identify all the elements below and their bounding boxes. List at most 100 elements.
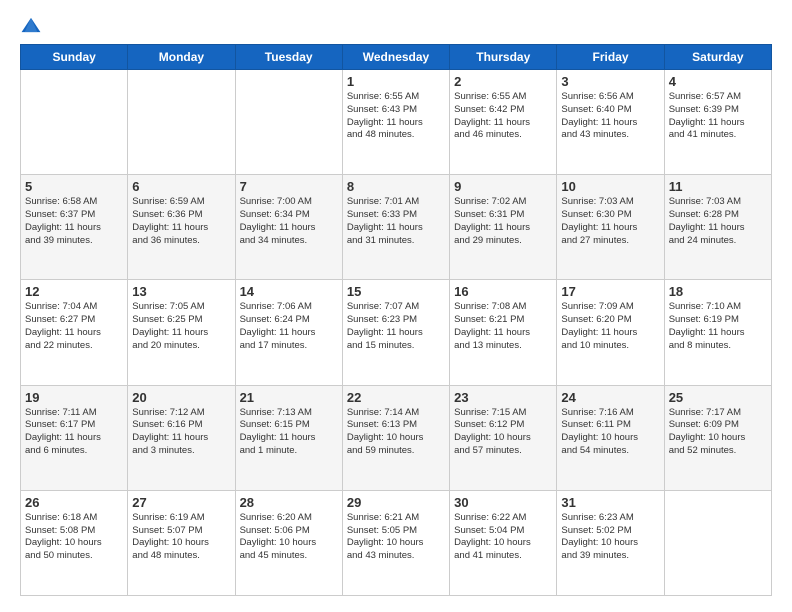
calendar-cell: 22 Sunrise: 7:14 AM Sunset: 6:13 PM Dayli… [342, 385, 449, 490]
day-number: 16 [454, 284, 552, 299]
calendar-cell: 21 Sunrise: 7:13 AM Sunset: 6:15 PM Dayli… [235, 385, 342, 490]
calendar-cell: 19 Sunrise: 7:11 AM Sunset: 6:17 PM Dayli… [21, 385, 128, 490]
day-info: Sunrise: 6:55 AM Sunset: 6:43 PM Dayligh… [347, 91, 445, 142]
day-info: Sunrise: 7:03 AM Sunset: 6:30 PM Dayligh… [561, 196, 659, 247]
day-header-sunday: Sunday [21, 45, 128, 70]
day-info: Sunrise: 7:17 AM Sunset: 6:09 PM Dayligh… [669, 407, 767, 458]
day-info: Sunrise: 6:21 AM Sunset: 5:05 PM Dayligh… [347, 512, 445, 563]
calendar-cell: 7Sunrise: 7:00 AM Sunset: 6:34 PM Daylig… [235, 175, 342, 280]
calendar-cell: 1 Sunrise: 6:55 AM Sunset: 6:43 PM Daylig… [342, 70, 449, 175]
day-number: 8 [347, 179, 445, 194]
calendar-cell [21, 70, 128, 175]
calendar-table: SundayMondayTuesdayWednesdayThursdayFrid… [20, 44, 772, 596]
day-info: Sunrise: 7:05 AM Sunset: 6:25 PM Dayligh… [132, 301, 230, 352]
day-header-tuesday: Tuesday [235, 45, 342, 70]
day-info: Sunrise: 7:10 AM Sunset: 6:19 PM Dayligh… [669, 301, 767, 352]
day-number: 18 [669, 284, 767, 299]
day-info: Sunrise: 7:11 AM Sunset: 6:17 PM Dayligh… [25, 407, 123, 458]
calendar-cell: 15 Sunrise: 7:07 AM Sunset: 6:23 PM Dayli… [342, 280, 449, 385]
calendar-week-1: 1 Sunrise: 6:55 AM Sunset: 6:43 PM Daylig… [21, 70, 772, 175]
calendar-cell: 16 Sunrise: 7:08 AM Sunset: 6:21 PM Dayli… [450, 280, 557, 385]
day-number: 14 [240, 284, 338, 299]
calendar-cell: 3 Sunrise: 6:56 AM Sunset: 6:40 PM Daylig… [557, 70, 664, 175]
day-number: 2 [454, 74, 552, 89]
calendar-cell: 29 Sunrise: 6:21 AM Sunset: 5:05 PM Dayli… [342, 490, 449, 595]
day-info: Sunrise: 7:08 AM Sunset: 6:21 PM Dayligh… [454, 301, 552, 352]
day-number: 31 [561, 495, 659, 510]
day-header-thursday: Thursday [450, 45, 557, 70]
day-info: Sunrise: 6:58 AM Sunset: 6:37 PM Dayligh… [25, 196, 123, 247]
calendar-cell: 18 Sunrise: 7:10 AM Sunset: 6:19 PM Dayli… [664, 280, 771, 385]
day-number: 28 [240, 495, 338, 510]
calendar-cell: 2 Sunrise: 6:55 AM Sunset: 6:42 PM Daylig… [450, 70, 557, 175]
day-number: 7 [240, 179, 338, 194]
day-number: 9 [454, 179, 552, 194]
day-number: 3 [561, 74, 659, 89]
calendar-cell: 6Sunrise: 6:59 AM Sunset: 6:36 PM Daylig… [128, 175, 235, 280]
day-number: 29 [347, 495, 445, 510]
day-number: 1 [347, 74, 445, 89]
header [20, 16, 772, 34]
day-number: 23 [454, 390, 552, 405]
calendar-cell: 14 Sunrise: 7:06 AM Sunset: 6:24 PM Dayli… [235, 280, 342, 385]
calendar-cell: 27Sunrise: 6:19 AM Sunset: 5:07 PM Dayli… [128, 490, 235, 595]
calendar-cell: 5 Sunrise: 6:58 AM Sunset: 6:37 PM Daylig… [21, 175, 128, 280]
day-number: 25 [669, 390, 767, 405]
calendar-cell: 25 Sunrise: 7:17 AM Sunset: 6:09 PM Dayli… [664, 385, 771, 490]
calendar-cell: 26Sunrise: 6:18 AM Sunset: 5:08 PM Dayli… [21, 490, 128, 595]
day-info: Sunrise: 7:04 AM Sunset: 6:27 PM Dayligh… [25, 301, 123, 352]
day-number: 4 [669, 74, 767, 89]
calendar-week-4: 19 Sunrise: 7:11 AM Sunset: 6:17 PM Dayli… [21, 385, 772, 490]
day-header-friday: Friday [557, 45, 664, 70]
day-info: Sunrise: 6:23 AM Sunset: 5:02 PM Dayligh… [561, 512, 659, 563]
day-number: 24 [561, 390, 659, 405]
logo-icon [20, 16, 42, 34]
calendar-cell: 10 Sunrise: 7:03 AM Sunset: 6:30 PM Dayli… [557, 175, 664, 280]
day-info: Sunrise: 6:18 AM Sunset: 5:08 PM Dayligh… [25, 512, 123, 563]
calendar-cell: 8 Sunrise: 7:01 AM Sunset: 6:33 PM Daylig… [342, 175, 449, 280]
calendar-week-2: 5 Sunrise: 6:58 AM Sunset: 6:37 PM Daylig… [21, 175, 772, 280]
day-info: Sunrise: 7:15 AM Sunset: 6:12 PM Dayligh… [454, 407, 552, 458]
calendar-cell: 13 Sunrise: 7:05 AM Sunset: 6:25 PM Dayli… [128, 280, 235, 385]
calendar-cell [664, 490, 771, 595]
day-number: 30 [454, 495, 552, 510]
day-info: Sunrise: 7:01 AM Sunset: 6:33 PM Dayligh… [347, 196, 445, 247]
day-number: 11 [669, 179, 767, 194]
day-info: Sunrise: 7:02 AM Sunset: 6:31 PM Dayligh… [454, 196, 552, 247]
day-number: 13 [132, 284, 230, 299]
day-number: 21 [240, 390, 338, 405]
day-number: 10 [561, 179, 659, 194]
calendar-week-5: 26Sunrise: 6:18 AM Sunset: 5:08 PM Dayli… [21, 490, 772, 595]
calendar-cell [235, 70, 342, 175]
day-info: Sunrise: 6:56 AM Sunset: 6:40 PM Dayligh… [561, 91, 659, 142]
day-header-monday: Monday [128, 45, 235, 70]
calendar-cell: 28Sunrise: 6:20 AM Sunset: 5:06 PM Dayli… [235, 490, 342, 595]
day-number: 5 [25, 179, 123, 194]
day-info: Sunrise: 6:55 AM Sunset: 6:42 PM Dayligh… [454, 91, 552, 142]
day-info: Sunrise: 6:19 AM Sunset: 5:07 PM Dayligh… [132, 512, 230, 563]
calendar-cell: 12 Sunrise: 7:04 AM Sunset: 6:27 PM Dayli… [21, 280, 128, 385]
day-info: Sunrise: 6:59 AM Sunset: 6:36 PM Dayligh… [132, 196, 230, 247]
day-info: Sunrise: 7:06 AM Sunset: 6:24 PM Dayligh… [240, 301, 338, 352]
day-number: 19 [25, 390, 123, 405]
day-number: 17 [561, 284, 659, 299]
page: SundayMondayTuesdayWednesdayThursdayFrid… [0, 0, 792, 612]
day-header-wednesday: Wednesday [342, 45, 449, 70]
day-info: Sunrise: 7:14 AM Sunset: 6:13 PM Dayligh… [347, 407, 445, 458]
calendar-cell: 4 Sunrise: 6:57 AM Sunset: 6:39 PM Daylig… [664, 70, 771, 175]
day-info: Sunrise: 7:12 AM Sunset: 6:16 PM Dayligh… [132, 407, 230, 458]
day-number: 15 [347, 284, 445, 299]
day-number: 12 [25, 284, 123, 299]
day-info: Sunrise: 7:07 AM Sunset: 6:23 PM Dayligh… [347, 301, 445, 352]
day-info: Sunrise: 7:09 AM Sunset: 6:20 PM Dayligh… [561, 301, 659, 352]
calendar-cell: 9 Sunrise: 7:02 AM Sunset: 6:31 PM Daylig… [450, 175, 557, 280]
day-info: Sunrise: 7:13 AM Sunset: 6:15 PM Dayligh… [240, 407, 338, 458]
calendar-cell: 17 Sunrise: 7:09 AM Sunset: 6:20 PM Dayli… [557, 280, 664, 385]
calendar-cell: 31 Sunrise: 6:23 AM Sunset: 5:02 PM Dayli… [557, 490, 664, 595]
day-info: Sunrise: 6:57 AM Sunset: 6:39 PM Dayligh… [669, 91, 767, 142]
day-number: 20 [132, 390, 230, 405]
day-number: 22 [347, 390, 445, 405]
calendar-header-row: SundayMondayTuesdayWednesdayThursdayFrid… [21, 45, 772, 70]
calendar-cell [128, 70, 235, 175]
calendar-cell: 23 Sunrise: 7:15 AM Sunset: 6:12 PM Dayli… [450, 385, 557, 490]
